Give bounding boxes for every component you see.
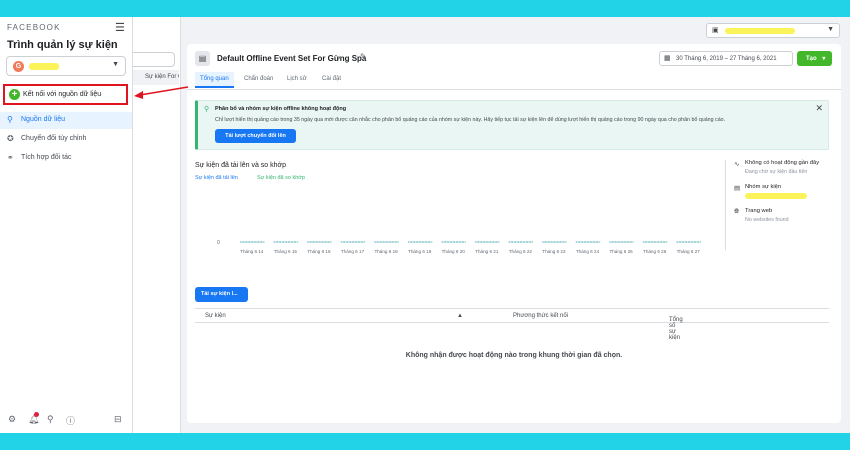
help-icon[interactable]: ⓘ [66, 414, 75, 427]
avatar: G [13, 61, 24, 72]
search-icon[interactable]: ⚲ [47, 414, 54, 425]
business-selector[interactable]: ▣ ▼ [706, 23, 840, 38]
sidebar: FACEBOOK ☰ Trình quản lý sự kiện G ▼ + K… [0, 17, 133, 433]
legend-uploaded[interactable]: Sự kiện đã tải lên [195, 175, 238, 181]
status-subtitle: Đang chờ sự kiện đầu tiên [745, 169, 808, 175]
connect-data-source-button[interactable]: + Kết nối với nguồn dữ liệu [3, 84, 128, 105]
event-set-icon: ▤ [734, 185, 741, 192]
status-title: Không có hoạt động gần đây [745, 160, 820, 166]
brand-logo: FACEBOOK [7, 23, 61, 32]
empty-state-message: Không nhận được hoạt động nào trong khun… [405, 352, 623, 359]
y-tick-label: 0 [217, 240, 220, 246]
page-title: Trình quản lý sự kiện [7, 39, 118, 51]
x-tick-label: Tháng 6 26 [643, 249, 667, 254]
column-connection-method[interactable]: Phương thức kết nối [513, 313, 568, 319]
activity-icon: ∿ [734, 161, 740, 168]
business-icon: ▣ [712, 27, 719, 34]
date-range-label: 30 Tháng 6, 2019 – 27 Tháng 6, 2021 [676, 56, 777, 62]
plus-icon: + [9, 89, 20, 100]
x-tick-label: Tháng 6 15 [274, 249, 298, 254]
connect-label: Kết nối với nguồn dữ liệu [23, 91, 102, 98]
event-set-panel: ▤ Default Offline Event Set For Gừng Spa… [187, 44, 841, 423]
legend-matched[interactable]: Sự kiện đã so khớp [257, 175, 305, 181]
sidebar-item-label: Tích hợp đối tác [21, 154, 72, 161]
sidebar-footer: ⚙ 🔔︎ ⚲ ⓘ ⊟ [0, 412, 133, 430]
tab-overview[interactable]: Tổng quan [195, 72, 234, 88]
event-set-icon: ▤ [195, 51, 210, 66]
notification-badge [34, 412, 39, 417]
x-tick-label: Tháng 6 23 [542, 249, 566, 254]
upload-conversions-button[interactable]: Tải lượt chuyển đổi lên [215, 129, 296, 143]
x-tick-label: Tháng 6 20 [442, 249, 466, 254]
custom-conversion-icon: ✪ [7, 134, 14, 143]
date-range-picker[interactable]: ▦ 30 Tháng 6, 2019 – 27 Tháng 6, 2021 [659, 51, 793, 66]
sort-down-icon: ↓ [669, 317, 672, 323]
menu-icon[interactable]: ☰ [115, 21, 125, 34]
redacted-business-name [725, 28, 795, 34]
banner-title: Phân bổ và nhóm sự kiện offline không ho… [215, 106, 347, 112]
collapse-icon[interactable]: ⊟ [114, 414, 122, 425]
sidebar-item-data-sources[interactable]: ⚲ Nguồn dữ liệu [0, 112, 132, 129]
partner-integration-icon: ⚭ [7, 153, 14, 162]
account-selector[interactable]: G ▼ [6, 56, 126, 76]
sidebar-item-custom-conversions[interactable]: ✪ Chuyển đổi tùy chỉnh [0, 131, 132, 148]
banner-description: Chỉ lượt hiển thị quảng cáo trong 35 ngà… [215, 117, 726, 123]
status-title: Nhóm sự kiện [745, 184, 782, 190]
upload-events-button[interactable]: Tải sự kiện l... [195, 287, 248, 302]
events-table-header: Sự kiện ▲ Phương thức kết nối Tổng số sự… [195, 308, 829, 341]
app-window: FACEBOOK ☰ Trình quản lý sự kiện G ▼ + K… [0, 17, 850, 433]
x-tick-label: Tháng 6 24 [576, 249, 600, 254]
tab-diagnostics[interactable]: Chẩn đoán [244, 72, 273, 88]
edit-icon[interactable]: ✎ [360, 52, 367, 61]
x-tick-label: Tháng 6 21 [475, 249, 499, 254]
x-tick-label: Tháng 6 16 [307, 249, 331, 254]
tab-settings[interactable]: Cài đặt [322, 72, 341, 88]
data-sources-icon: ⚲ [7, 115, 13, 124]
warning-icon: ▲ [457, 313, 463, 319]
calendar-icon: ▦ [664, 55, 671, 62]
list-item[interactable]: Sự kiện For Gừng S... [133, 70, 179, 85]
x-tick-label: Tháng 6 27 [677, 249, 701, 254]
inactive-alert-banner: ⚲ Phân bổ và nhóm sự kiện offline không … [195, 100, 829, 150]
create-button[interactable]: Tạo ▾ [797, 51, 832, 66]
x-tick-label: Tháng 6 19 [408, 249, 432, 254]
location-pin-icon: ⚲ [204, 106, 210, 113]
sidebar-item-partner-integrations[interactable]: ⚭ Tích hợp đối tác [0, 150, 132, 167]
chevron-down-icon: ▼ [112, 61, 119, 68]
divider [187, 89, 841, 90]
globe-icon: 🌐︎ [734, 208, 740, 215]
column-event[interactable]: Sự kiện [205, 313, 226, 319]
x-tick-label: Tháng 6 14 [240, 249, 264, 254]
x-tick-label: Tháng 6 22 [509, 249, 533, 254]
events-chart: 0 Tháng 6 14 Tháng 6 15 Tháng 6 16 Tháng 6 1… [217, 240, 702, 254]
settings-icon[interactable]: ⚙ [8, 414, 16, 425]
sidebar-item-label: Nguồn dữ liệu [21, 116, 65, 123]
redacted-account-name [29, 63, 59, 70]
data-source-list: Sự kiện For Gừng S... [133, 17, 181, 433]
event-set-title: Default Offline Event Set For Gừng Spa [217, 54, 367, 63]
tab-history[interactable]: Lịch sử [287, 72, 307, 88]
chevron-down-icon: ▾ [822, 56, 826, 62]
search-input[interactable] [133, 52, 175, 67]
chevron-down-icon: ▼ [827, 26, 834, 33]
x-tick-label: Tháng 6 18 [374, 249, 398, 254]
x-tick-label: Tháng 6 17 [341, 249, 365, 254]
status-title: Trang web [745, 208, 773, 214]
status-subtitle: No websites found [745, 217, 789, 223]
status-panel: ∿ Không có hoạt động gần đây Đang chờ sự… [725, 160, 825, 250]
redacted-event-set-name [745, 193, 807, 199]
create-label: Tạo [806, 56, 817, 62]
chart-title: Sự kiện đã tải lên và so khớp [195, 162, 286, 169]
x-tick-label: Tháng 6 25 [609, 249, 633, 254]
sidebar-item-label: Chuyển đổi tùy chỉnh [21, 135, 87, 142]
close-icon[interactable]: ✕ [815, 103, 823, 114]
